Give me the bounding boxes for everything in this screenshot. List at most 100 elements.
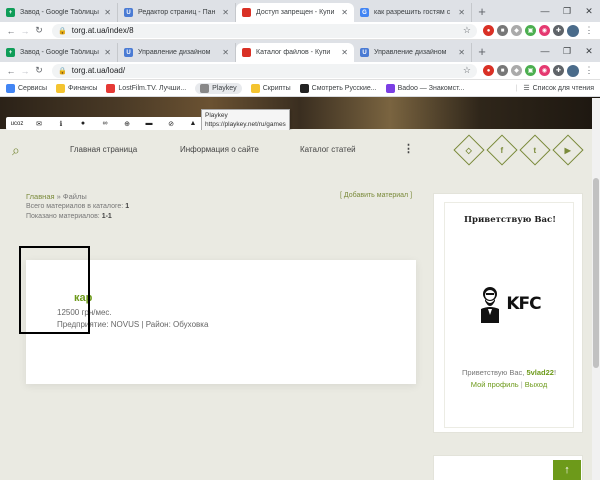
puzzle-icon[interactable]: ✚ [553, 65, 564, 76]
close-icon[interactable]: ✕ [104, 48, 111, 57]
link-icon[interactable]: ∞ [94, 120, 116, 127]
browser-tab[interactable]: Gкак разрешить гостям с ✕ [354, 3, 472, 22]
minimize-icon[interactable]: — [534, 0, 556, 22]
bookmark-label: LostFilm.TV. Лучши... [118, 84, 187, 92]
extension-icon[interactable]: ■ [497, 25, 508, 36]
close-icon[interactable]: ✕ [222, 48, 229, 57]
avatar[interactable] [567, 24, 579, 37]
add-material-link[interactable]: [ Добавить материал ] [340, 192, 412, 199]
chat-icon[interactable]: ● [72, 120, 94, 127]
breadcrumb-home[interactable]: Главная [26, 192, 55, 201]
browser-tab[interactable]: U Редактор страниц - Пан ✕ [118, 3, 236, 22]
browser-tab[interactable]: U Управление дизайном ✕ [354, 43, 472, 62]
extension-icon[interactable]: ◉ [539, 25, 550, 36]
menu-icon[interactable]: ⋮ [582, 25, 596, 36]
arrow-up-icon: ↑ [564, 464, 570, 476]
reload-icon[interactable]: ↻ [32, 65, 46, 76]
more-menu-icon[interactable]: ⋮ [403, 142, 414, 155]
new-tab-button[interactable]: + [472, 44, 492, 59]
close-icon[interactable]: ✕ [104, 8, 111, 17]
tab-label: Управление дизайном [374, 49, 447, 56]
bookmark-item[interactable]: Badoo — Знакомст... [385, 83, 464, 93]
nav-about[interactable]: Информация о сайте [180, 145, 259, 154]
url-field[interactable]: 🔒 torg.at.ua/load/ ☆ [52, 63, 477, 78]
youtube-icon[interactable]: ▶ [552, 134, 584, 166]
username[interactable]: 5vlad22 [526, 368, 554, 377]
extension-icon[interactable]: ■ [497, 65, 508, 76]
bookmark-item[interactable]: Финансы [56, 83, 97, 93]
nav-articles[interactable]: Каталог статей [300, 145, 356, 154]
reload-icon[interactable]: ↻ [32, 25, 46, 36]
account-links: Мой профиль | Выход [434, 380, 584, 389]
lostfilm-icon [106, 83, 116, 93]
url-field[interactable]: 🔒 torg.at.ua/index/8 ☆ [52, 23, 477, 38]
extension-icon[interactable]: ▣ [525, 65, 536, 76]
browser-tab[interactable]: Каталог файлов - Купи ✕ [236, 43, 354, 62]
menu-icon[interactable]: ⋮ [582, 65, 596, 76]
scroll-top-button[interactable]: ↑ [553, 460, 581, 480]
forward-icon[interactable]: → [18, 66, 32, 76]
bookmark-label: Смотреть Русские... [311, 84, 377, 92]
browser-tab[interactable]: + Завод - Google Таблицы ✕ [0, 43, 118, 62]
extension-icon[interactable]: ◆ [511, 65, 522, 76]
browser-tab[interactable]: Доступ запрещен - Купи ✕ [236, 3, 354, 22]
browser-tab[interactable]: + Завод - Google Таблицы ✕ [0, 3, 118, 22]
tooltip: Playkey https://playkey.net/ru/games [201, 109, 290, 131]
facebook-icon[interactable]: f [486, 134, 518, 166]
bookmark-item[interactable]: Playkey [195, 82, 242, 94]
extension-icon[interactable]: ◉ [539, 65, 550, 76]
extension-icon[interactable]: ◆ [511, 25, 522, 36]
search-icon[interactable]: ⌕ [12, 142, 28, 158]
extensions: ● ■ ◆ ▣ ◉ ✚ ⋮ [483, 64, 596, 77]
close-icon[interactable]: ✕ [341, 8, 348, 17]
ucoz-icon: U [360, 48, 369, 57]
browser-tab[interactable]: U Управление дизайном ✕ [118, 43, 236, 62]
ucoz-logo-icon[interactable]: ucoz [6, 121, 28, 127]
close-icon[interactable]: ✕ [458, 48, 465, 57]
close-icon[interactable]: ✕ [458, 8, 465, 17]
total-label: Всего материалов в каталоге: [26, 203, 124, 210]
close-icon[interactable]: ✕ [222, 8, 229, 17]
bookmark-item[interactable]: Сервисы [6, 83, 47, 93]
bookmark-item[interactable]: Смотреть Русские... [299, 83, 377, 93]
extension-icon[interactable]: ● [483, 65, 494, 76]
tab-label: Завод - Google Таблицы [20, 49, 99, 56]
twitter-icon[interactable]: t [519, 134, 551, 166]
folder-icon[interactable]: ▬ [138, 120, 160, 127]
mail-icon[interactable]: ✉ [28, 120, 50, 128]
mask-icon [299, 83, 309, 93]
breadcrumb-current: Файлы [62, 192, 87, 201]
instagram-icon[interactable]: ◇ [453, 134, 485, 166]
profile-link[interactable]: Мой профиль [471, 380, 519, 389]
extension-icon[interactable]: ● [483, 25, 494, 36]
back-icon[interactable]: ← [4, 66, 18, 76]
tab-label: Доступ запрещен - Купи [256, 9, 335, 16]
star-icon[interactable]: ☆ [463, 65, 471, 76]
google-icon: G [360, 8, 369, 17]
close-icon[interactable]: ✕ [341, 48, 348, 57]
new-tab-button[interactable]: + [472, 4, 492, 19]
nav-home[interactable]: Главная страница [70, 145, 137, 154]
puzzle-icon[interactable]: ✚ [553, 25, 564, 36]
bookmark-item[interactable]: Скрипты [250, 83, 291, 93]
back-icon[interactable]: ← [4, 26, 18, 36]
user-avatar-logo: KFC [448, 246, 572, 361]
extension-icon[interactable]: ▣ [525, 25, 536, 36]
add-icon[interactable]: ⊕ [116, 120, 138, 128]
forward-icon[interactable]: → [18, 26, 32, 36]
logout-link[interactable]: Выход [525, 380, 547, 389]
bookmark-item[interactable]: LostFilm.TV. Лучши... [106, 83, 187, 93]
page-scrollbar[interactable] [592, 98, 600, 480]
avatar[interactable] [567, 64, 579, 77]
minimize-icon[interactable]: — [534, 40, 556, 62]
block-icon[interactable]: ⊘ [160, 120, 182, 128]
widget-heading: Приветствую Вас! [464, 215, 556, 225]
close-window-icon[interactable]: ✕ [578, 0, 600, 22]
scrollbar-thumb[interactable] [593, 178, 599, 368]
info-icon[interactable]: ℹ [50, 120, 72, 128]
close-window-icon[interactable]: ✕ [578, 40, 600, 62]
reading-list-button[interactable]: | ☰ Список для чтения [516, 84, 594, 93]
star-icon[interactable]: ☆ [463, 25, 471, 36]
maximize-icon[interactable]: ❐ [556, 0, 578, 22]
maximize-icon[interactable]: ❐ [556, 40, 578, 62]
